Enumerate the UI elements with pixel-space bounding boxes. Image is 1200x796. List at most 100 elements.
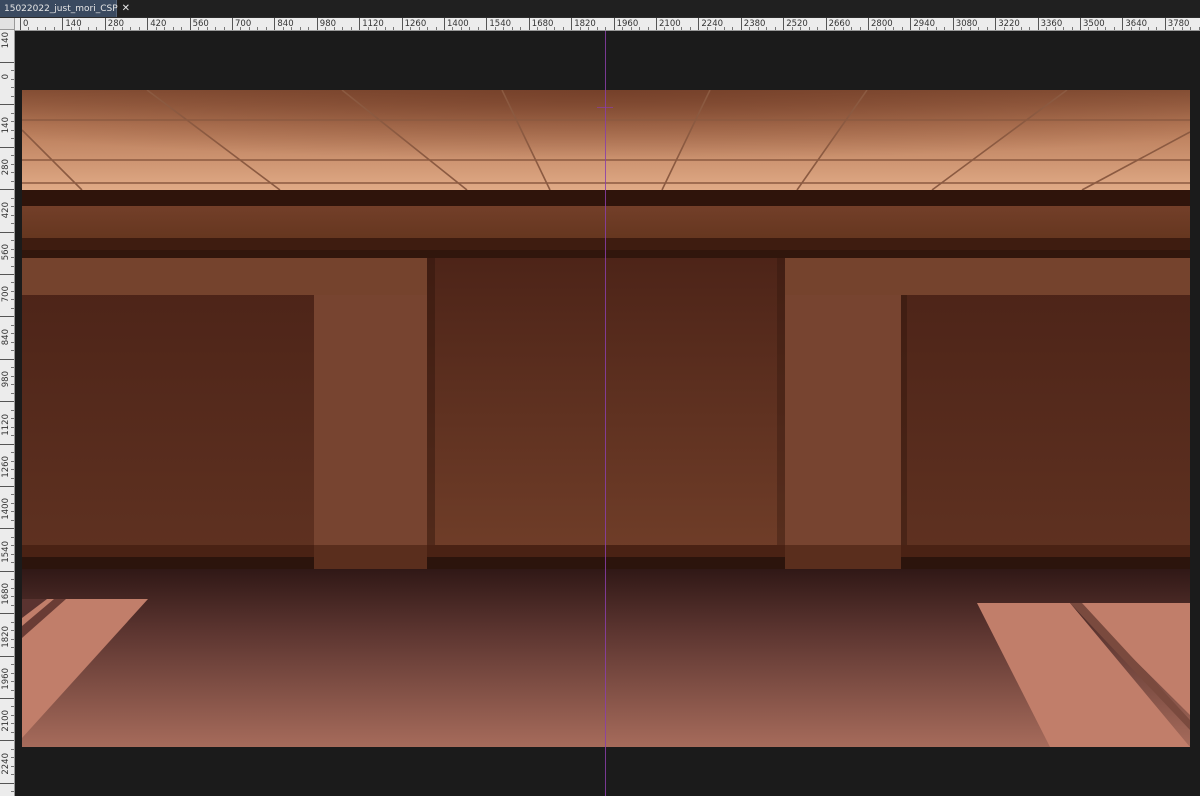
ruler-minor-tick <box>121 27 123 30</box>
ruler-minor-tick <box>1181 27 1183 30</box>
document-tab-bar: 15022022_just_mori_CSP ✕ <box>0 0 1200 18</box>
ruler-minor-tick <box>817 27 819 30</box>
ruler-major-tick <box>0 443 14 445</box>
ruler-minor-tick <box>11 672 14 674</box>
ruler-label: 3080 <box>955 19 978 29</box>
ruler-major-tick <box>0 655 14 657</box>
ruler-label: 2240 <box>1 752 11 775</box>
canvas-artwork[interactable] <box>22 90 1190 747</box>
ruler-minor-tick <box>11 689 14 691</box>
ruler-minor-tick <box>596 27 598 30</box>
ruler-minor-tick <box>172 27 174 30</box>
ruler-minor-tick <box>477 27 479 30</box>
ruler-minor-tick <box>325 27 327 30</box>
ruler-minor-tick <box>1020 27 1022 30</box>
ruler-minor-tick <box>11 604 14 606</box>
ruler-minor-tick <box>11 138 14 140</box>
ruler-label: 1680 <box>531 19 554 29</box>
ruler-major-tick <box>62 18 64 30</box>
ruler-minor-tick <box>11 121 14 123</box>
vertical-ruler[interactable]: 140 0 140 280 420 560 700 840 980 1120 1260 1400 154… <box>0 30 15 796</box>
ruler-label: 3780 <box>1167 19 1190 29</box>
ruler-minor-tick <box>11 240 14 242</box>
ruler-minor-tick <box>605 27 607 30</box>
ruler-label: 140 <box>1 116 11 134</box>
ruler-minor-tick <box>155 27 157 30</box>
ruler-minor-tick <box>1147 27 1149 30</box>
ruler-label: 560 <box>1 244 11 261</box>
ruler-minor-tick <box>503 27 505 30</box>
ruler-major-tick <box>486 18 488 30</box>
close-icon[interactable]: ✕ <box>122 3 130 14</box>
ruler-minor-tick <box>511 27 513 30</box>
ruler-major-tick <box>0 782 14 784</box>
ruler-minor-tick <box>11 774 14 776</box>
ruler-minor-tick <box>562 27 564 30</box>
ruler-minor-tick <box>1113 27 1115 30</box>
document-tab[interactable]: 15022022_just_mori_CSP ✕ <box>0 0 130 17</box>
ruler-minor-tick <box>435 27 437 30</box>
ruler-minor-tick <box>11 418 14 420</box>
ruler-minor-tick <box>808 27 810 30</box>
ruler-major-tick <box>868 18 869 30</box>
ruler-major-tick <box>232 18 233 30</box>
ruler-label: 2800 <box>871 19 893 29</box>
ruler-minor-tick <box>11 392 14 394</box>
ruler-minor-tick <box>723 27 725 30</box>
ruler-minor-tick <box>647 27 649 30</box>
ruler-minor-tick <box>884 27 886 30</box>
ruler-minor-tick <box>308 27 310 30</box>
ruler-minor-tick <box>11 452 14 454</box>
ruler-label: 1540 <box>1 540 11 563</box>
ruler-label: 2100 <box>1 710 11 733</box>
room-illustration <box>22 90 1190 747</box>
ruler-minor-tick <box>11 714 14 716</box>
horizontal-ruler[interactable]: 0 140 280 420 560 700 840 980 1120 1260 1400 1540 16… <box>15 18 1200 31</box>
ruler-minor-tick <box>520 27 522 30</box>
ruler-minor-tick <box>11 341 14 343</box>
ruler-major-tick <box>359 18 361 30</box>
ruler-major-tick <box>401 18 403 30</box>
ruler-minor-tick <box>689 27 691 30</box>
ruler-label: 0 <box>1 74 11 80</box>
ruler-minor-tick <box>11 460 14 462</box>
ruler-minor-tick <box>672 27 674 30</box>
ruler-label: 1960 <box>1 668 11 690</box>
ruler-minor-tick <box>282 27 284 30</box>
ruler-minor-tick <box>11 180 14 182</box>
ruler-minor-tick <box>664 27 666 30</box>
canvas-workspace[interactable] <box>15 31 1200 796</box>
ruler-minor-tick <box>927 27 929 30</box>
vertical-guide-line[interactable] <box>605 31 606 796</box>
ruler-minor-tick <box>130 27 132 30</box>
ruler-major-tick <box>0 146 14 148</box>
ruler-minor-tick <box>36 27 38 30</box>
ruler-minor-tick <box>113 27 115 30</box>
ruler-label: 2240 <box>701 19 724 29</box>
ruler-minor-tick <box>893 27 895 30</box>
ruler-minor-tick <box>138 27 140 30</box>
ruler-minor-tick <box>223 27 225 30</box>
ruler-major-tick <box>0 570 14 572</box>
right-pillar <box>785 295 901 548</box>
ruler-minor-tick <box>11 95 14 97</box>
ruler-major-tick <box>698 18 700 30</box>
ruler-minor-tick <box>1071 27 1073 30</box>
ruler-label: 1540 <box>489 19 512 29</box>
ruler-major-tick <box>189 18 191 30</box>
ruler-minor-tick <box>986 27 988 30</box>
ruler-minor-tick <box>11 299 14 301</box>
ruler-minor-tick <box>53 27 55 30</box>
ruler-minor-tick <box>944 27 946 30</box>
ruler-major-tick <box>0 274 14 275</box>
ruler-minor-tick <box>842 27 844 30</box>
ruler-minor-tick <box>11 282 14 284</box>
ruler-minor-tick <box>11 197 14 199</box>
ruler-label: 420 <box>1 201 11 218</box>
ruler-major-tick <box>316 18 318 30</box>
ruler-label: 1960 <box>616 19 639 29</box>
ruler-minor-tick <box>11 664 14 666</box>
ruler-minor-tick <box>11 731 14 733</box>
ruler-minor-tick <box>11 350 14 352</box>
ruler-label: 3500 <box>1083 19 1105 29</box>
